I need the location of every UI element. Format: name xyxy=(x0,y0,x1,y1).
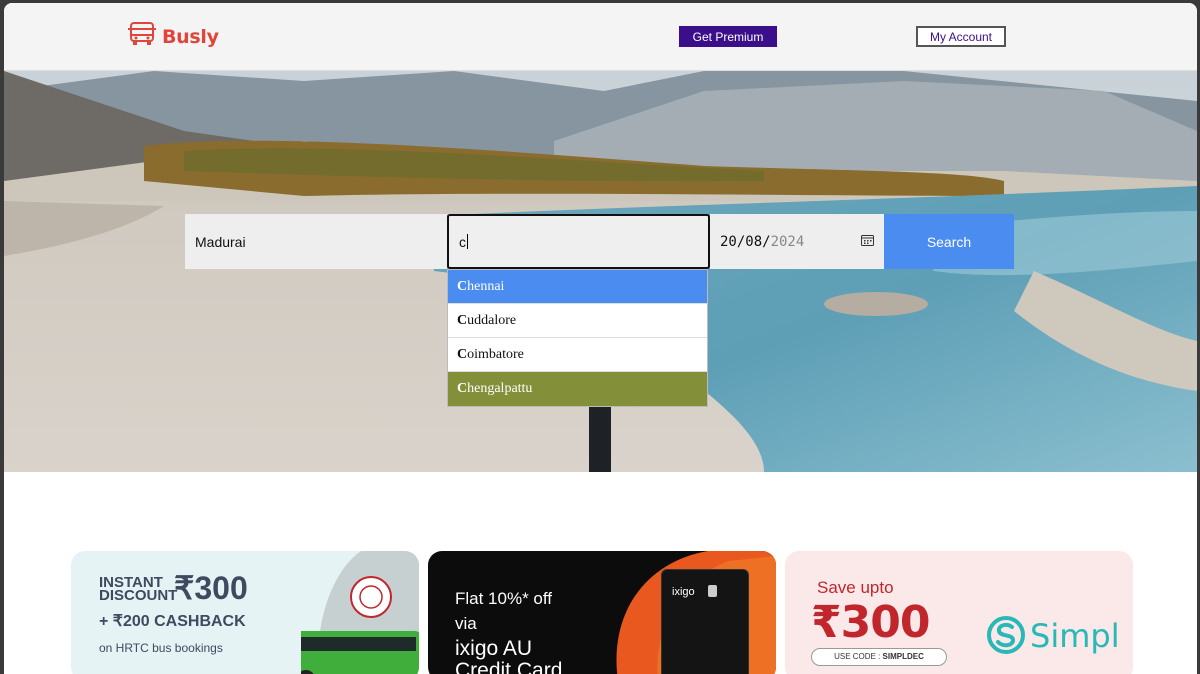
offer-cashback: + ₹200 CASHBACK xyxy=(99,613,246,630)
from-city-value: Madurai xyxy=(195,233,246,250)
my-account-button[interactable]: My Account xyxy=(916,26,1006,47)
search-button[interactable]: Search xyxy=(884,214,1014,269)
to-city-input[interactable]: c xyxy=(447,214,710,269)
offer-amount: ₹300 xyxy=(174,570,248,606)
city-suggestions: Chennai Cuddalore Coimbatore Chengalpatt… xyxy=(447,269,708,407)
suggestion-chennai[interactable]: Chennai xyxy=(448,270,707,304)
offer-card-ixigo[interactable]: Flat 10%* off via ixigo AU Credit Card i… xyxy=(428,551,776,674)
offer-save-label: Save upto xyxy=(817,578,894,597)
bus-icon xyxy=(128,21,156,52)
from-city-input[interactable]: Madurai xyxy=(185,214,447,269)
offer-line-4: Credit Card xyxy=(455,659,563,674)
offer-card-hrtc[interactable]: INSTANT DISCOUNT ₹300 + ₹200 CASHBACK on… xyxy=(71,551,419,674)
get-premium-button[interactable]: Get Premium xyxy=(679,26,777,47)
offer-subtitle: on HRTC bus bookings xyxy=(99,641,223,655)
text-caret xyxy=(467,234,468,249)
simpl-brand: Simpl xyxy=(1030,617,1120,655)
calendar-icon[interactable] xyxy=(861,234,874,250)
logo[interactable]: Busly xyxy=(128,21,219,52)
offer-line-3: ixigo AU xyxy=(455,637,533,660)
credit-card-image: ixigo xyxy=(661,569,749,674)
offer-line-1: Flat 10%* off xyxy=(455,589,553,608)
top-nav: Busly Get Premium My Account xyxy=(4,3,1197,71)
date-value: 20/08/2024 xyxy=(720,233,805,250)
card-brand: ixigo xyxy=(672,586,695,598)
simpl-logo-icon xyxy=(987,615,1025,660)
bus-illustration xyxy=(301,551,419,674)
suggestion-chengalpattu[interactable]: Chengalpattu xyxy=(448,372,707,406)
offer-title: INSTANT DISCOUNT xyxy=(99,574,178,604)
offer-amount: ₹300 xyxy=(811,597,930,648)
to-city-value: c xyxy=(459,233,466,250)
browser-frame: Busly Get Premium My Account Madurai c 2… xyxy=(4,3,1197,674)
chip-icon xyxy=(708,585,717,597)
suggestion-coimbatore[interactable]: Coimbatore xyxy=(448,338,707,372)
travel-date-input[interactable]: 20/08/2024 xyxy=(710,214,884,269)
brand-name: Busly xyxy=(162,25,219,48)
offer-line-2: via xyxy=(455,614,477,633)
offer-card-simpl[interactable]: Save upto ₹300 USE CODE : SIMPLDEC Simpl xyxy=(785,551,1133,674)
suggestion-cuddalore[interactable]: Cuddalore xyxy=(448,304,707,338)
promo-code: USE CODE : SIMPLDEC xyxy=(811,648,947,666)
